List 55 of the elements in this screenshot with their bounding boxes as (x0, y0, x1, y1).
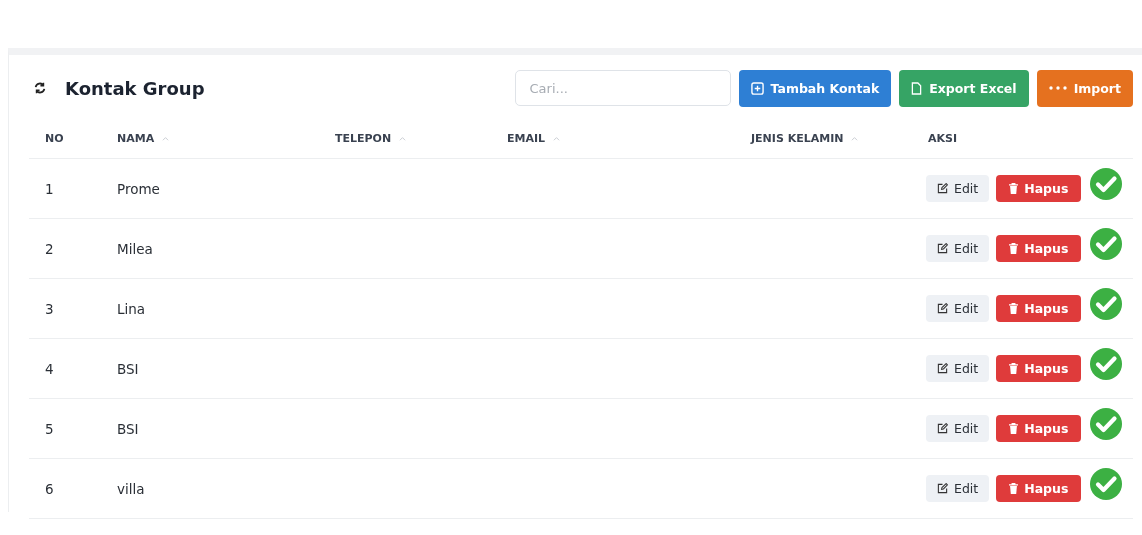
edit-icon (937, 363, 948, 374)
table-cell: Lina (117, 300, 146, 317)
edit-icon (937, 183, 948, 194)
trash-icon (1009, 183, 1019, 194)
search-field[interactable]: Cari... (514, 70, 731, 106)
delete-button[interactable]: Hapus (996, 415, 1082, 442)
column-header: AKSI (928, 131, 958, 145)
table-cell: Prome (117, 180, 160, 197)
dots-icon (1048, 86, 1067, 90)
column-header: NAMA (117, 131, 155, 145)
sort-icon[interactable] (553, 135, 561, 141)
sort-icon[interactable] (162, 135, 170, 141)
table-cell: BSI (117, 360, 139, 377)
trash-icon (1009, 363, 1019, 374)
page-title: Kontak Group (65, 77, 205, 99)
trash-icon (1009, 243, 1019, 254)
edit-icon (937, 423, 948, 434)
table-cell: 1 (45, 180, 54, 197)
trash-icon (1009, 303, 1019, 314)
delete-button[interactable]: Hapus (996, 295, 1082, 322)
delete-button[interactable]: Hapus (996, 355, 1082, 382)
trash-icon (1009, 423, 1019, 434)
column-header: NO (45, 131, 64, 145)
table-cell: 5 (45, 420, 54, 437)
edit-button[interactable]: Edit (926, 415, 990, 442)
plus-square-icon (750, 81, 764, 95)
edit-button[interactable]: Edit (926, 475, 990, 502)
delete-button[interactable]: Hapus (996, 475, 1082, 502)
export-button[interactable]: Export Excel (899, 69, 1029, 107)
column-header: JENIS KELAMIN (751, 131, 844, 145)
table-cell: 6 (45, 480, 54, 497)
file-icon (911, 81, 923, 95)
trash-icon (1009, 483, 1019, 494)
sort-icon[interactable] (399, 135, 407, 141)
delete-button[interactable]: Hapus (996, 235, 1082, 262)
column-header: TELEPON (335, 131, 392, 145)
edit-button[interactable]: Edit (926, 235, 990, 262)
table-cell: Milea (117, 240, 153, 257)
import-button[interactable]: Import (1036, 69, 1133, 107)
table-cell: BSI (117, 420, 139, 437)
edit-icon (937, 243, 948, 254)
edit-button[interactable]: Edit (926, 355, 990, 382)
edit-button[interactable]: Edit (926, 175, 990, 202)
edit-icon (937, 483, 948, 494)
table-cell: 2 (45, 240, 54, 257)
table-cell: villa (117, 480, 145, 497)
edit-icon (937, 303, 948, 314)
column-header: EMAIL (507, 131, 546, 145)
edit-button[interactable]: Edit (926, 295, 990, 322)
sort-icon[interactable] (851, 135, 859, 141)
table-cell: 4 (45, 360, 54, 377)
table-cell: 3 (45, 300, 54, 317)
delete-button[interactable]: Hapus (996, 175, 1082, 202)
refresh-icon[interactable] (33, 81, 47, 95)
add-button[interactable]: Tambah Kontak (738, 69, 892, 107)
